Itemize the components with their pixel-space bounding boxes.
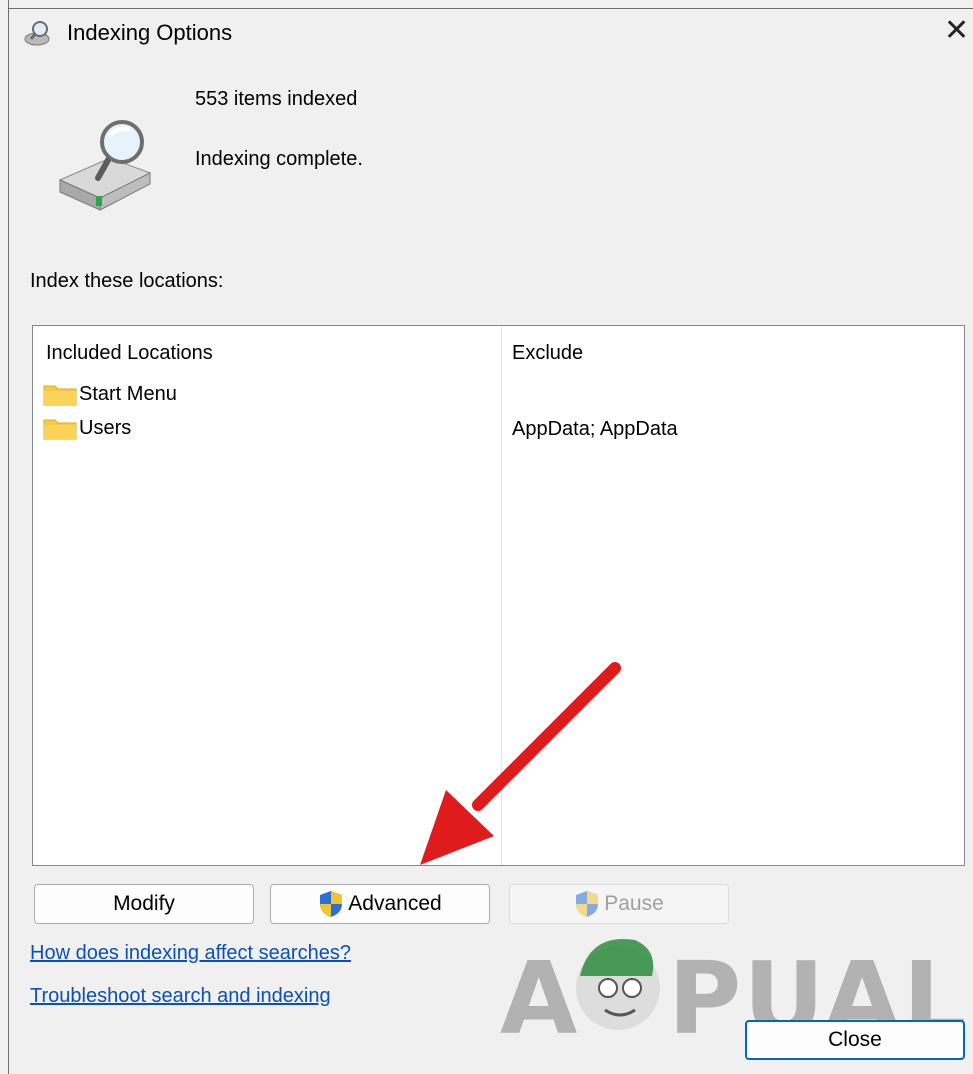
close-button-label: Close xyxy=(828,1028,882,1051)
folder-icon xyxy=(43,385,77,406)
folder-icon xyxy=(43,419,77,440)
indexing-options-icon xyxy=(24,21,50,46)
search-drive-icon xyxy=(58,120,152,211)
pause-button-label: Pause xyxy=(604,892,664,915)
close-button[interactable]: Close xyxy=(745,1020,965,1060)
svg-text:A: A xyxy=(500,940,577,1048)
list-item[interactable]: Start Menu xyxy=(43,380,177,408)
indexing-help-link[interactable]: How does indexing affect searches? xyxy=(30,942,351,965)
items-indexed-count: 553 items indexed xyxy=(195,88,358,110)
uac-shield-icon xyxy=(576,891,599,917)
window-title: Indexing Options xyxy=(67,20,233,45)
exclude-value: AppData; AppData xyxy=(512,418,678,440)
advanced-button[interactable]: Advanced xyxy=(270,884,490,924)
indexed-locations-list[interactable]: Included Locations Exclude Start Menu Us… xyxy=(32,325,965,866)
uac-shield-icon xyxy=(320,891,343,917)
column-divider xyxy=(501,326,502,865)
index-locations-label: Index these locations: xyxy=(30,270,224,292)
close-icon[interactable]: ✕ xyxy=(944,16,969,46)
advanced-button-label: Advanced xyxy=(348,892,442,915)
location-name: Start Menu xyxy=(79,382,177,405)
list-item[interactable]: Users xyxy=(43,414,131,442)
location-name: Users xyxy=(79,416,132,439)
exclude-header[interactable]: Exclude xyxy=(512,342,583,365)
pause-button[interactable]: Pause xyxy=(509,884,729,924)
troubleshoot-link[interactable]: Troubleshoot search and indexing xyxy=(30,985,331,1008)
modify-button[interactable]: Modify xyxy=(34,884,254,924)
window-top-border xyxy=(8,8,973,9)
indexing-status: Indexing complete. xyxy=(195,148,363,170)
included-locations-header[interactable]: Included Locations xyxy=(46,342,213,365)
modify-button-label: Modify xyxy=(113,892,175,915)
